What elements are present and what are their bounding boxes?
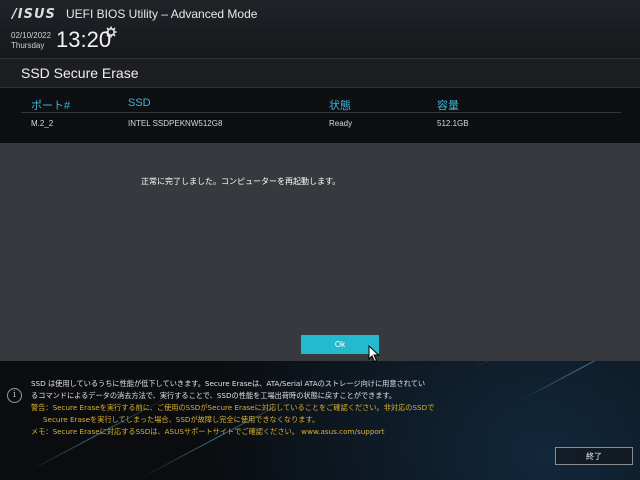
- info-line: SSD は使用しているうちに性能が低下していきます。Secure Eraseは、…: [31, 379, 426, 388]
- bios-screen: /ISUS UEFI BIOS Utility – Advanced Mode …: [0, 0, 640, 480]
- cell-status: Ready: [329, 119, 353, 128]
- column-header-status: 状態: [329, 100, 351, 112]
- info-line: るコマンドによるデータの消去方法で、実行することで、SSDの性能を工場出荷時の状…: [31, 391, 397, 400]
- help-info-area: i SSD は使用しているうちに性能が低下していきます。Secure Erase…: [0, 372, 640, 438]
- header-bar: /ISUS UEFI BIOS Utility – Advanced Mode …: [0, 0, 640, 58]
- table-divider: [21, 112, 621, 113]
- app-title: UEFI BIOS Utility – Advanced Mode: [66, 7, 258, 21]
- column-header-capacity: 容量: [437, 100, 459, 112]
- mouse-pointer-icon: [368, 345, 380, 363]
- info-icon: i: [7, 388, 22, 403]
- brand-logo: /ISUS: [12, 7, 56, 22]
- cell-port: M.2_2: [31, 119, 54, 128]
- column-header-ssd: SSD: [128, 97, 151, 109]
- cell-capacity: 512.1GB: [437, 119, 469, 128]
- page-title-bar: SSD Secure Erase: [0, 58, 640, 88]
- warning-line: Secure Eraseを実行してしまった場合、SSDが故障し完全に使用できなく…: [43, 415, 320, 424]
- column-header-port: ポート#: [31, 100, 71, 112]
- exit-button[interactable]: 終了: [555, 447, 633, 465]
- gear-icon[interactable]: [105, 26, 117, 38]
- completion-dialog: 正常に完了しました。コンピューターを再起動します。 Ok: [0, 143, 640, 361]
- memo-line: メモ：Secure Eraseに対応するSSDは、ASUSサポートサイトでご確認…: [31, 427, 385, 436]
- day-display: Thursday: [11, 41, 45, 50]
- warning-line: 警告：Secure Eraseを実行する前に、ご使用のSSDがSecure Er…: [31, 403, 435, 412]
- cell-ssd-model: INTEL SSDPEKNW512G8: [128, 119, 223, 128]
- dialog-message: 正常に完了しました。コンピューターを再起動します。: [141, 177, 341, 186]
- clock-display: 13:20: [56, 27, 112, 52]
- date-display: 02/10/2022: [11, 31, 52, 40]
- ssd-table: ポート# SSD 状態 容量 M.2_2 INTEL SSDPEKNW512G8…: [0, 88, 640, 142]
- page-title: SSD Secure Erase: [21, 65, 139, 81]
